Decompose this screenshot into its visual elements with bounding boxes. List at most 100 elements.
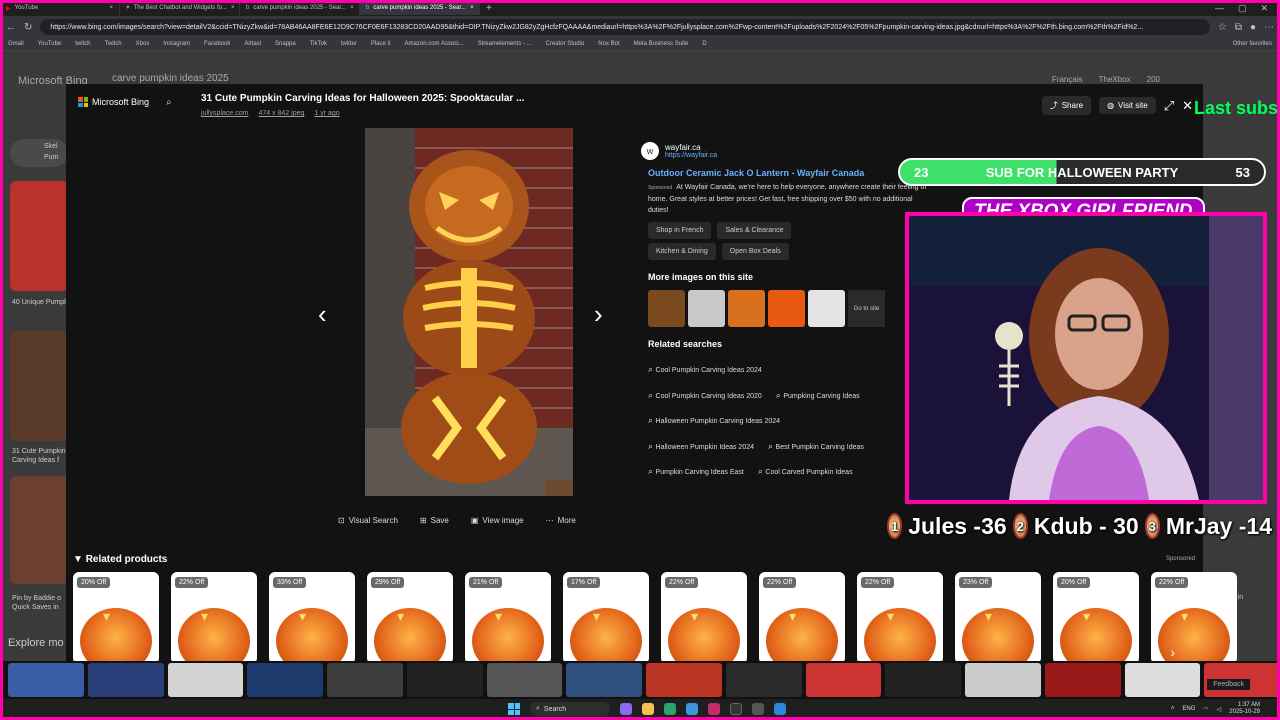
bing-logo[interactable]: Microsoft Bing bbox=[78, 97, 149, 107]
close-tab-icon[interactable]: × bbox=[350, 5, 354, 11]
system-clock[interactable]: 1:37 AM 2025-10-29 bbox=[1229, 702, 1260, 716]
browser-tab-active[interactable]: b carve pumpkin ideas 2025 - Sear... × bbox=[360, 1, 480, 15]
browser-tab[interactable]: b carve pumpkin ideas 2025 - Sear... × bbox=[240, 1, 360, 15]
ad-source[interactable]: w wayfair.ca https://wayfair.ca bbox=[641, 142, 931, 160]
volume-icon[interactable]: ◁ bbox=[1217, 706, 1222, 713]
product-card[interactable]: 17% Off ▾ bbox=[563, 572, 649, 664]
result-thumbnail[interactable] bbox=[10, 476, 68, 584]
background-thumbnail[interactable] bbox=[646, 663, 722, 697]
site-image-thumbnail[interactable] bbox=[768, 290, 805, 327]
source-link[interactable]: jullysplace.com bbox=[201, 110, 248, 117]
product-card[interactable]: 20% Off ▾ bbox=[73, 572, 159, 664]
bookmark-item[interactable]: Xbox bbox=[136, 41, 150, 47]
product-card[interactable]: 22% Off ▾ bbox=[857, 572, 943, 664]
other-bookmarks[interactable]: Other favorites bbox=[1233, 41, 1272, 47]
app-icon[interactable] bbox=[708, 703, 720, 715]
background-thumbnail[interactable] bbox=[566, 663, 642, 697]
product-card[interactable]: 22% Off ▾ bbox=[171, 572, 257, 664]
bookmark-item[interactable]: Snappa bbox=[275, 41, 296, 47]
product-card[interactable]: 22% Off ▾ bbox=[759, 572, 845, 664]
bookmark-item[interactable]: Nox Bot bbox=[598, 41, 619, 47]
bookmark-item[interactable]: Gmail bbox=[8, 41, 24, 47]
wifi-icon[interactable]: ◠ bbox=[1203, 706, 1208, 713]
browser-tab[interactable]: ▶ YouTube × bbox=[0, 1, 120, 15]
close-tab-icon[interactable]: × bbox=[109, 5, 113, 11]
background-thumbnail[interactable] bbox=[965, 663, 1041, 697]
bookmark-item[interactable]: Amazon.com Associ... bbox=[405, 41, 464, 47]
background-thumbnail[interactable] bbox=[725, 663, 802, 697]
extensions-icon[interactable]: ⧉ bbox=[1235, 22, 1242, 33]
bookmark-item[interactable]: Streamelements - ... bbox=[478, 41, 532, 47]
ad-sitelink-chip[interactable]: Kitchen & Dining bbox=[648, 243, 716, 260]
related-search-link[interactable]: Cool Pumpkin Carving Ideas 2020 bbox=[648, 390, 762, 401]
background-thumbnail[interactable] bbox=[486, 663, 563, 697]
ad-title-link[interactable]: Outdoor Ceramic Jack O Lantern - Wayfair… bbox=[648, 168, 931, 178]
copilot-icon[interactable] bbox=[620, 703, 632, 715]
image-title[interactable]: 31 Cute Pumpkin Carving Ideas for Hallow… bbox=[201, 93, 524, 104]
background-thumbnail[interactable] bbox=[805, 663, 882, 697]
ad-sitelink-chip[interactable]: Shop in French bbox=[648, 222, 712, 239]
terminal-icon[interactable] bbox=[730, 703, 742, 715]
background-thumbnail[interactable] bbox=[8, 663, 84, 697]
search-icon[interactable]: ⌕ bbox=[166, 97, 172, 108]
menu-icon[interactable]: ⋯ bbox=[1264, 22, 1274, 33]
store-icon[interactable] bbox=[686, 703, 698, 715]
site-image-thumbnail[interactable] bbox=[808, 290, 845, 327]
background-thumbnail[interactable] bbox=[167, 663, 244, 697]
rewards-points[interactable]: 200 bbox=[1147, 75, 1160, 84]
bookmark-item[interactable]: Place it bbox=[371, 41, 391, 47]
next-image-arrow-icon[interactable]: › bbox=[594, 299, 603, 330]
bookmark-item[interactable]: TikTok bbox=[310, 41, 327, 47]
minimize-icon[interactable]: — bbox=[1215, 3, 1224, 14]
app-icon[interactable] bbox=[752, 703, 764, 715]
background-thumbnail[interactable] bbox=[87, 663, 164, 697]
url-field[interactable]: https://www.bing.com/images/search?view=… bbox=[40, 19, 1210, 35]
close-icon[interactable]: ✕ bbox=[1182, 98, 1193, 114]
close-tab-icon[interactable]: × bbox=[470, 5, 474, 11]
profile-icon[interactable]: ● bbox=[1250, 22, 1256, 33]
save-button[interactable]: ⊞ Save bbox=[420, 516, 449, 525]
maximize-icon[interactable]: ▢ bbox=[1238, 3, 1247, 14]
close-tab-icon[interactable]: × bbox=[231, 5, 235, 11]
main-pumpkin-image[interactable] bbox=[365, 128, 573, 496]
fullscreen-icon[interactable]: ⤢ bbox=[1164, 98, 1174, 114]
result-thumbnail[interactable] bbox=[10, 331, 68, 441]
windows-start-icon[interactable] bbox=[508, 703, 520, 715]
product-card[interactable]: 29% Off ▾ bbox=[367, 572, 453, 664]
back-icon[interactable]: ← bbox=[6, 22, 16, 33]
product-card[interactable]: 33% Off ▾ bbox=[269, 572, 355, 664]
feedback-button[interactable]: Feedback bbox=[1207, 679, 1250, 690]
taskbar-search[interactable]: ⌕ Search bbox=[530, 702, 610, 716]
file-explorer-icon[interactable] bbox=[642, 703, 654, 715]
bookmark-item[interactable]: Meta Business Suite bbox=[634, 41, 689, 47]
ad-sitelink-chip[interactable]: Sales & Clearance bbox=[717, 222, 792, 239]
site-image-thumbnail[interactable] bbox=[688, 290, 725, 327]
related-search-link[interactable]: Pumpkin Carving Ideas East bbox=[648, 466, 744, 477]
result-thumbnail[interactable] bbox=[10, 181, 68, 291]
bookmark-item[interactable]: YouTube bbox=[38, 41, 62, 47]
user-name[interactable]: TheXbox bbox=[1099, 75, 1131, 84]
language-indicator[interactable]: ENG bbox=[1182, 706, 1195, 712]
bing-search-query[interactable]: carve pumpkin ideas 2025 bbox=[112, 73, 229, 84]
related-search-link[interactable]: Halloween Pumpkin Carving Ideas 2024 bbox=[648, 415, 781, 426]
related-search-link[interactable]: Best Pumpkin Carving Ideas bbox=[768, 441, 864, 452]
bookmark-item[interactable]: Instagram bbox=[163, 41, 190, 47]
new-tab-button[interactable]: + bbox=[486, 3, 492, 14]
related-search-link[interactable]: Cool Pumpkin Carving Ideas 2024 bbox=[648, 364, 762, 375]
visual-search-button[interactable]: ⊡ Visual Search bbox=[338, 516, 398, 525]
background-thumbnail[interactable] bbox=[1124, 663, 1201, 697]
background-thumbnail[interactable] bbox=[885, 663, 961, 697]
background-thumbnail[interactable] bbox=[247, 663, 323, 697]
background-thumbnail[interactable] bbox=[1044, 663, 1121, 697]
reload-icon[interactable]: ↻ bbox=[24, 22, 32, 33]
carousel-next-icon[interactable]: › bbox=[1170, 644, 1175, 660]
previous-image-arrow-icon[interactable]: ‹ bbox=[318, 299, 327, 330]
product-card[interactable]: 21% Off ▾ bbox=[465, 572, 551, 664]
language-link[interactable]: Français bbox=[1052, 75, 1083, 84]
visit-site-button[interactable]: ◍ Visit site bbox=[1099, 97, 1156, 114]
chevron-up-icon[interactable]: ˄ bbox=[1171, 706, 1175, 712]
bookmark-item[interactable]: D bbox=[702, 41, 706, 47]
bookmark-item[interactable]: twitter bbox=[341, 41, 357, 47]
product-card[interactable]: 22% Off ▾ bbox=[1151, 572, 1237, 664]
go-to-site-button[interactable]: Go to site bbox=[848, 290, 885, 327]
